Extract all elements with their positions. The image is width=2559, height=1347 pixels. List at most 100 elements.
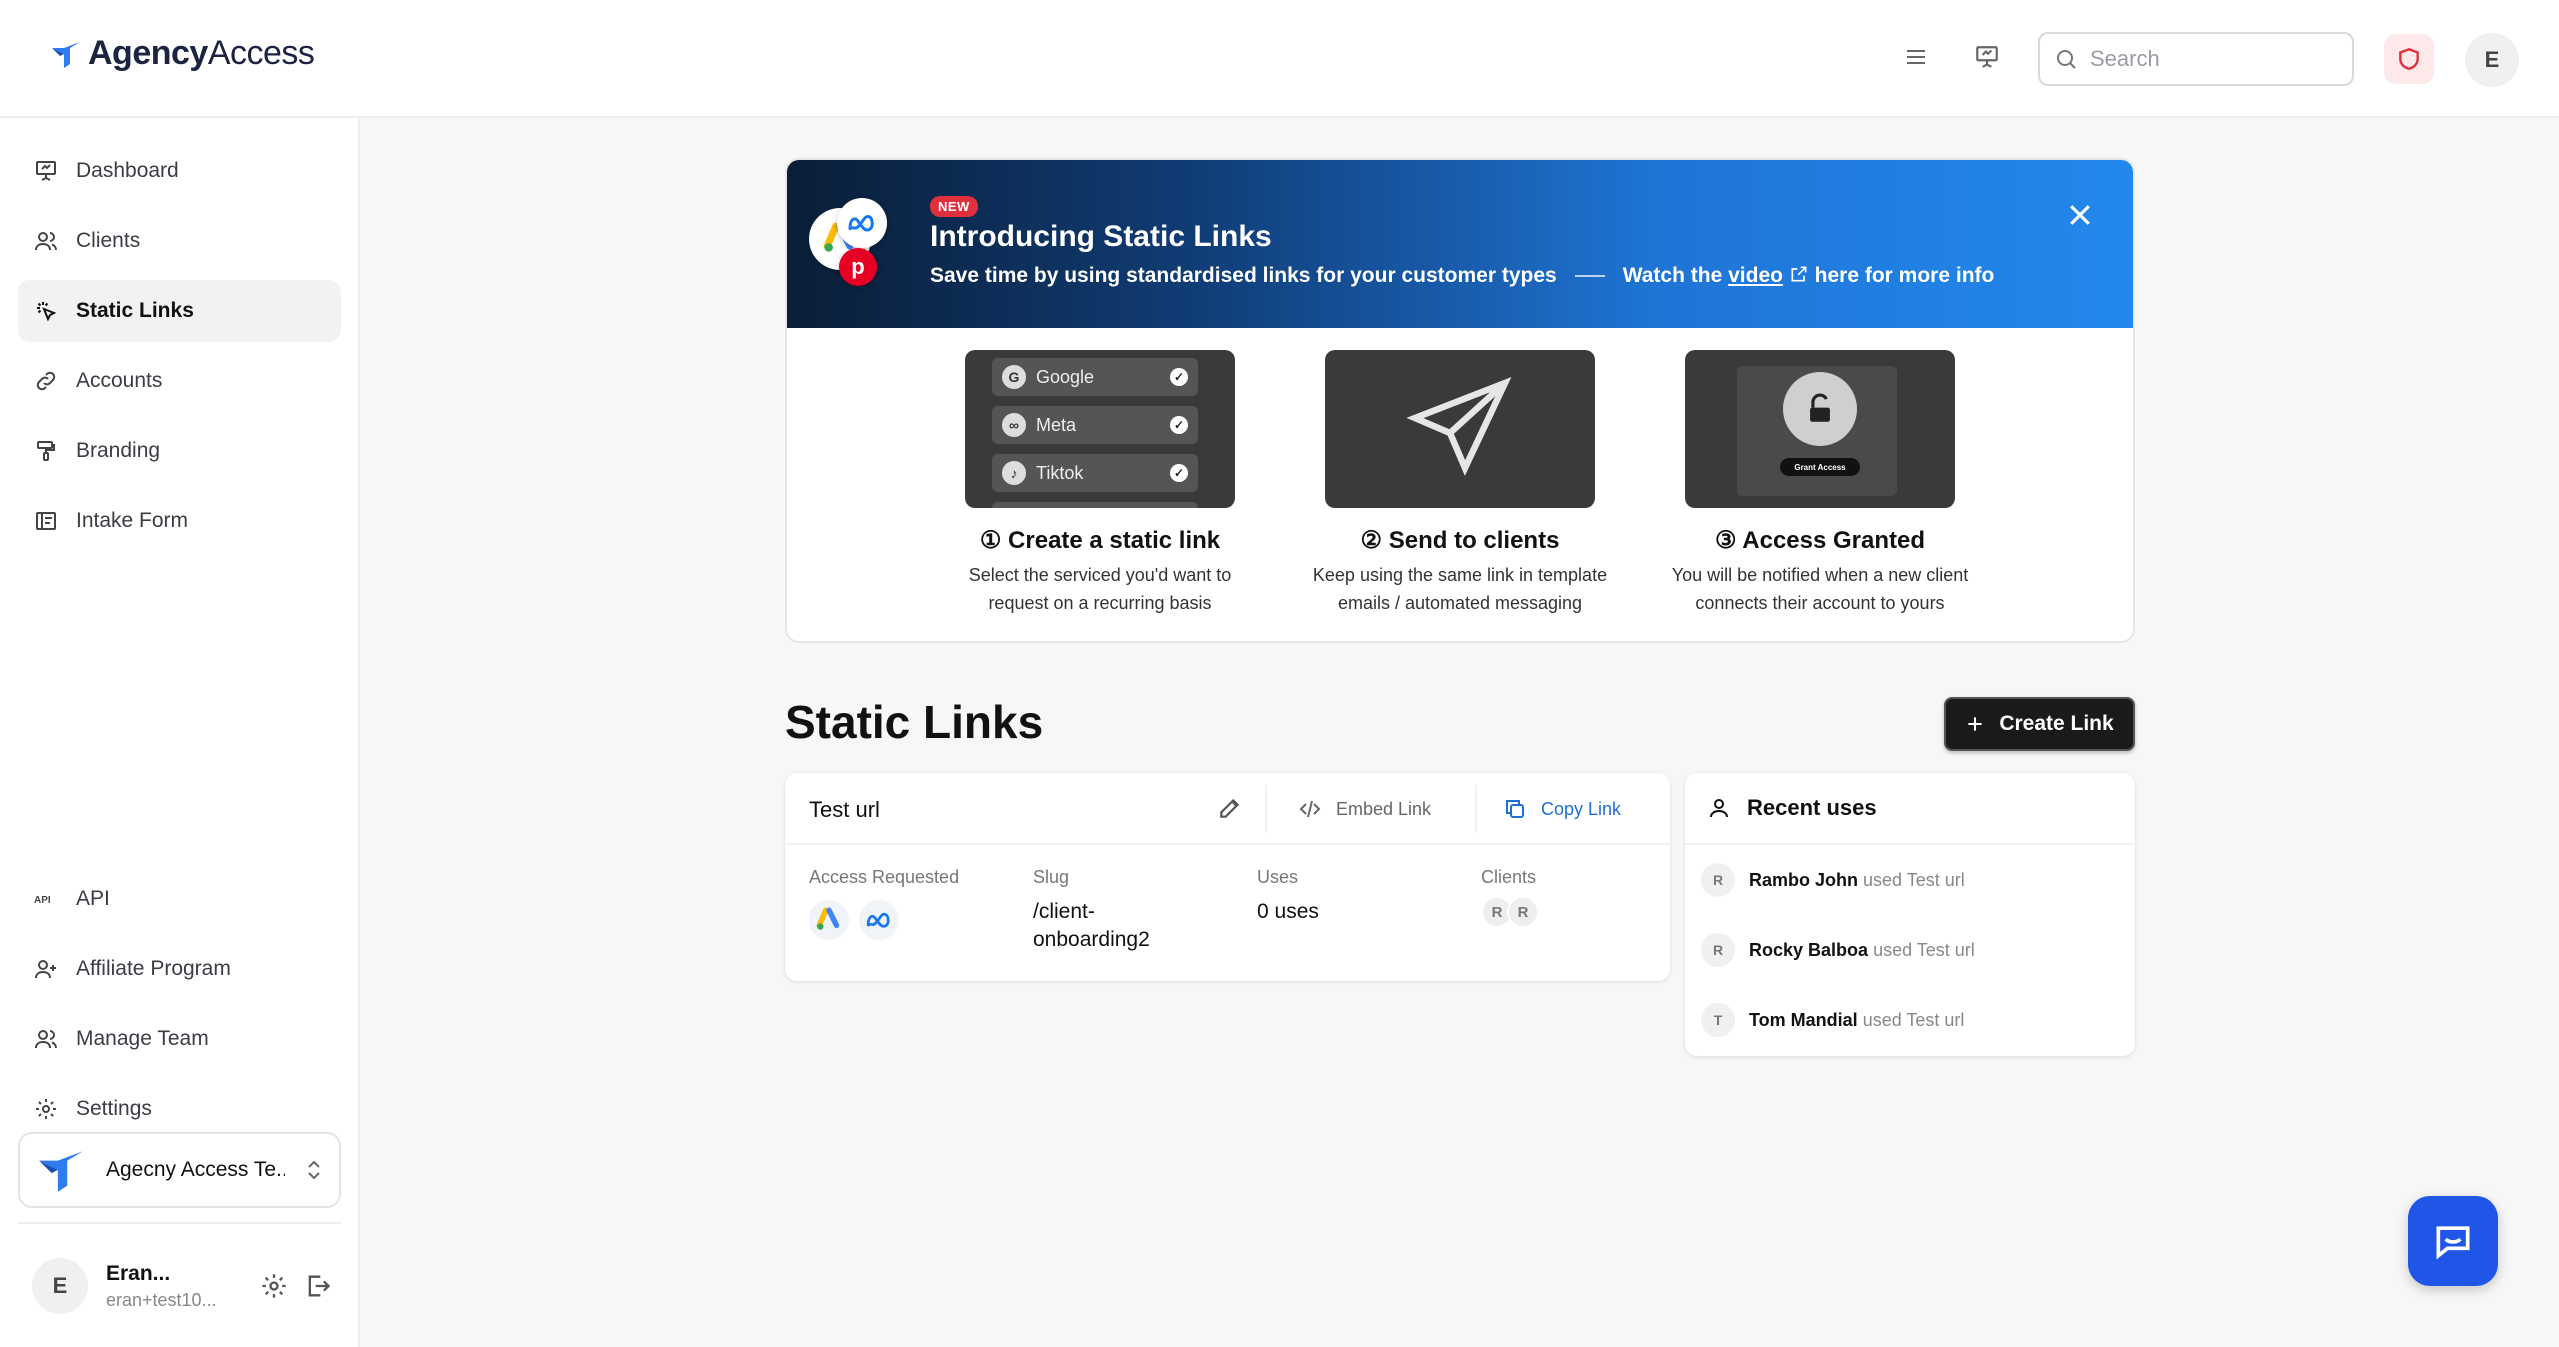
user-name: Eran... xyxy=(106,1261,171,1285)
unlock-icon xyxy=(1783,372,1857,446)
copy-icon xyxy=(1506,800,1524,818)
sidebar-item-intake-form[interactable]: Intake Form xyxy=(18,490,341,552)
form-icon xyxy=(36,512,56,530)
banner-header: p NEW Introducing Static Links Save time… xyxy=(787,160,2133,328)
step-send-to-clients: ② Send to clients Keep using the same li… xyxy=(1290,350,1630,617)
sidebar-item-static-links[interactable]: Static Links xyxy=(18,280,341,342)
svg-text:API: API xyxy=(34,895,51,906)
search-box[interactable] xyxy=(2038,32,2354,86)
access-requested-column: Access Requested xyxy=(809,867,959,940)
gear-icon xyxy=(36,1099,56,1119)
uses-value: 0 uses xyxy=(1257,900,1319,923)
team-logo-icon xyxy=(39,1151,83,1192)
step-3-illustration: Grant Access xyxy=(1685,350,1955,508)
video-link[interactable]: video xyxy=(1728,264,1783,287)
sidebar-item-api[interactable]: API API xyxy=(18,868,341,930)
code-icon xyxy=(1299,800,1321,818)
google-icon: G xyxy=(1002,365,1026,389)
external-link-icon[interactable] xyxy=(1789,264,1809,284)
slug-value: /client-onboarding2 xyxy=(1033,900,1150,951)
sidebar-item-affiliate-program[interactable]: Affiliate Program xyxy=(18,938,341,1000)
user-settings-gear-icon[interactable] xyxy=(260,1272,288,1300)
users-icon xyxy=(35,232,57,251)
check-icon: ✓ xyxy=(1170,464,1188,482)
banner-title: Introducing Static Links xyxy=(930,220,1272,253)
page-title: Static Links xyxy=(785,696,1044,748)
close-icon[interactable] xyxy=(2065,200,2095,230)
option-tiktok: ♪ Tiktok ✓ xyxy=(992,454,1198,492)
search-input[interactable] xyxy=(2090,46,2330,72)
logo-text-agency: Agency xyxy=(88,34,208,72)
option-meta: ∞ Meta ✓ xyxy=(992,406,1198,444)
sidebar-item-label: Clients xyxy=(76,229,141,252)
sidebar-item-label: Manage Team xyxy=(76,1027,209,1050)
presentation-icon[interactable] xyxy=(1970,40,2004,74)
pinterest-bubble-icon: p xyxy=(839,248,877,286)
sidebar-item-label: API xyxy=(76,887,110,910)
plus-icon xyxy=(1968,717,1982,731)
avatar: R xyxy=(1701,933,1735,967)
security-shield-button[interactable] xyxy=(2384,34,2434,84)
presentation-icon xyxy=(36,161,56,181)
step-access-granted: Grant Access ③ Access Granted You will b… xyxy=(1650,350,1990,617)
sidebar-item-label: Affiliate Program xyxy=(76,957,231,980)
user-profile: E Eran... eran+test10... xyxy=(32,1256,332,1316)
meta-bubble-icon xyxy=(837,198,887,248)
new-badge: NEW xyxy=(930,196,978,217)
sidebar-item-clients[interactable]: Clients xyxy=(18,210,341,272)
sparkle-click-icon xyxy=(37,302,57,322)
sidebar-item-manage-team[interactable]: Manage Team xyxy=(18,1008,341,1070)
api-icon: API xyxy=(34,895,51,906)
create-link-button[interactable]: Create Link xyxy=(1944,697,2135,751)
step-title: ② Send to clients xyxy=(1360,527,1560,554)
static-link-card: Test url Embed Link Copy Link Access Req… xyxy=(785,773,1670,981)
step-create-static-link: G Google ✓ ∞ Meta ✓ ♪ Tiktok ✓ ① Create a stat… xyxy=(930,350,1270,617)
link-name: Test url xyxy=(809,797,880,822)
sidebar-item-label: Static Links xyxy=(76,299,194,322)
sidebar-item-dashboard[interactable]: Dashboard xyxy=(18,140,341,202)
watch-prefix: Watch the xyxy=(1622,264,1723,287)
recent-uses-header: Recent uses xyxy=(1685,773,2135,845)
embed-link-button[interactable]: Embed Link xyxy=(1298,797,1431,821)
user-avatar-top[interactable]: E xyxy=(2465,33,2519,87)
static-links-intro-banner: p NEW Introducing Static Links Save time… xyxy=(785,158,2135,643)
sidebar-item-label: Accounts xyxy=(76,369,163,392)
meta-icon xyxy=(859,900,899,940)
link-card-header: Test url Embed Link Copy Link xyxy=(785,773,1670,845)
tiktok-icon: ♪ xyxy=(1002,461,1026,485)
google-ads-icon xyxy=(809,900,849,940)
search-icon xyxy=(2057,50,2076,69)
step-title: ③ Access Granted xyxy=(1714,527,1926,554)
recent-use-row[interactable]: T Tom Mandial used Test url xyxy=(1701,1003,1964,1037)
sidebar-item-branding[interactable]: Branding xyxy=(18,420,341,482)
step-description: Select the serviced you'd want to request… xyxy=(968,565,1232,613)
step-2-illustration xyxy=(1325,350,1595,508)
agency-access-logo[interactable]: AgencyAccess xyxy=(50,34,315,73)
avatar: R xyxy=(1701,863,1735,897)
recent-use-row[interactable]: R Rambo John used Test url xyxy=(1701,863,1965,897)
logout-icon[interactable] xyxy=(304,1272,332,1300)
sidebar-item-label: Dashboard xyxy=(76,159,179,182)
user-icon xyxy=(1710,799,1728,818)
recent-use-row[interactable]: R Rocky Balboa used Test url xyxy=(1701,933,1975,967)
logo-mark-icon xyxy=(52,41,80,68)
logo-text-access: Access xyxy=(207,34,315,72)
link-icon xyxy=(36,371,56,391)
banner-subtitle-text: Save time by using standardised links fo… xyxy=(930,264,1557,287)
edit-icon[interactable] xyxy=(1217,795,1243,821)
copy-link-button[interactable]: Copy Link xyxy=(1503,797,1621,821)
user-plus-icon xyxy=(35,960,56,979)
team-switcher[interactable]: Agecny Access Te... xyxy=(18,1132,341,1208)
option-google: G Google ✓ xyxy=(992,358,1198,396)
sidebar-item-settings[interactable]: Settings xyxy=(18,1078,341,1140)
users-icon xyxy=(35,1030,57,1049)
client-avatar[interactable]: R xyxy=(1507,896,1539,928)
chat-bubble-icon xyxy=(2436,1226,2470,1260)
recent-uses-card: Recent uses R Rambo John used Test url R… xyxy=(1685,773,2135,1056)
team-name: Agecny Access Te... xyxy=(106,1158,285,1181)
menu-icon[interactable] xyxy=(1899,40,1933,74)
banner-subtitle: Save time by using standardised links fo… xyxy=(930,264,1994,288)
support-chat-button[interactable] xyxy=(2408,1196,2498,1286)
sidebar-item-accounts[interactable]: Accounts xyxy=(18,350,341,412)
user-avatar[interactable]: E xyxy=(32,1258,88,1314)
